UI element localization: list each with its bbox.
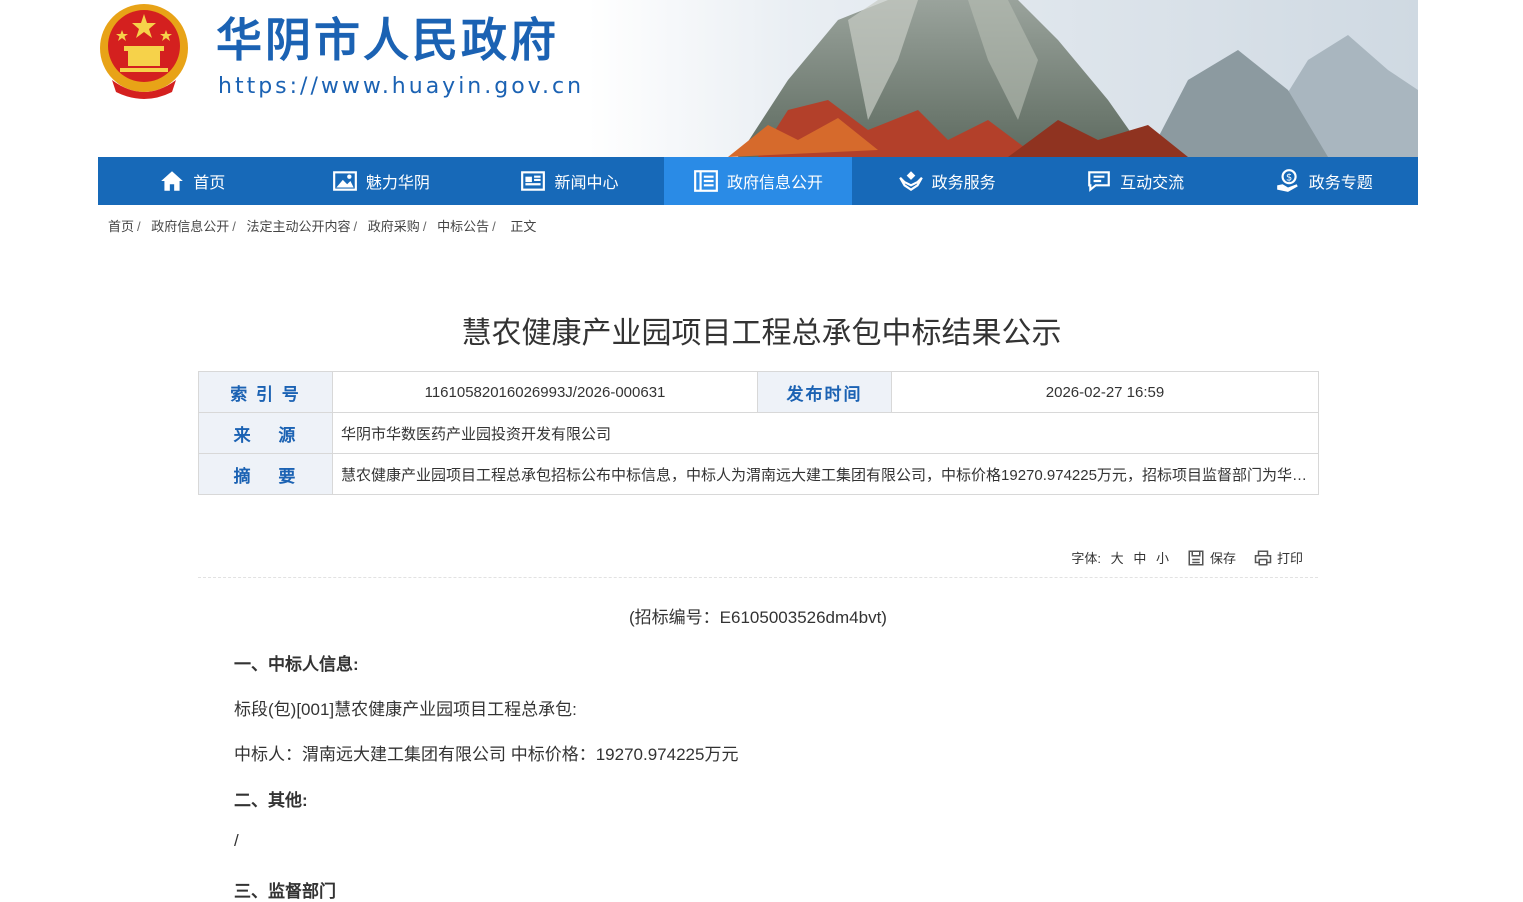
bid-number: (招标编号：E6105003526dm4bvt) (629, 608, 887, 627)
nav-charm-huayin-label: 魅力华阴 (365, 175, 430, 192)
document-list-icon (694, 170, 718, 192)
section-heading-supervision: 三、监督部门 (234, 882, 336, 901)
main-nav: 首页 魅力华阴 新闻中心 政府信息公开 政务服务 互动交流 $ 政务专题 (98, 157, 1418, 205)
font-large-button[interactable]: 大 (1111, 551, 1124, 566)
mountain-banner-image (588, 0, 1418, 157)
save-icon (1188, 550, 1204, 565)
breadcrumb-procurement[interactable]: 政府采购 (368, 219, 420, 234)
nav-interaction[interactable]: 互动交流 (1041, 157, 1230, 205)
font-size-switcher: 字体: 大 中 小 (1071, 548, 1169, 567)
site-header: 华阴市人民政府 https://www.huayin.gov.cn (98, 0, 1418, 157)
breadcrumb: 首页 / 政府信息公开 / 法定主动公开内容 / 政府采购 / 中标公告 / 正文 (108, 219, 537, 234)
save-button[interactable]: 保存 (1187, 548, 1236, 567)
section-heading-other: 二、其他: (234, 791, 308, 810)
section-heading-winner: 一、中标人信息: (234, 655, 359, 674)
save-label: 保存 (1209, 551, 1236, 566)
print-icon (1254, 550, 1272, 565)
date-value: 2026-02-27 16:59 (891, 371, 1319, 413)
content-divider (198, 577, 1318, 578)
breadcrumb-statutory[interactable]: 法定主动公开内容 (247, 219, 351, 234)
picture-icon (332, 171, 357, 191)
table-row: 来 源 华阴市华数医药产业园投资开发有限公司 (198, 412, 1319, 454)
source-label: 来 源 (198, 412, 333, 454)
print-button[interactable]: 打印 (1254, 548, 1303, 567)
font-small-button[interactable]: 小 (1156, 551, 1169, 566)
nav-news-center-label: 新闻中心 (554, 175, 619, 192)
other-text: / (234, 831, 239, 850)
nav-home-label: 首页 (193, 175, 226, 192)
nav-gov-services-label: 政务服务 (931, 175, 996, 192)
nav-special-topics[interactable]: $ 政务专题 (1229, 157, 1418, 205)
article-tools: 字体: 大 中 小 保存 打印 (1071, 548, 1303, 567)
font-medium-button[interactable]: 中 (1133, 551, 1146, 566)
site-title: 华阴市人民政府 (216, 13, 559, 67)
hands-service-icon (898, 171, 923, 191)
nav-special-topics-label: 政务专题 (1308, 175, 1373, 192)
print-label: 打印 (1276, 551, 1303, 566)
home-icon (161, 171, 184, 191)
chat-icon (1088, 171, 1111, 192)
nav-interaction-label: 互动交流 (1120, 175, 1185, 192)
site-url: https://www.huayin.gov.cn (218, 74, 585, 99)
breadcrumb-home[interactable]: 首页 (108, 219, 134, 234)
breadcrumb-gov-info[interactable]: 政府信息公开 (151, 219, 229, 234)
nav-news-center[interactable]: 新闻中心 (475, 157, 664, 205)
table-row: 索 引 号 11610582016026993J/2026-000631 发布时… (198, 371, 1319, 413)
nav-gov-services[interactable]: 政务服务 (852, 157, 1041, 205)
index-label: 索 引 号 (198, 371, 333, 413)
money-hand-icon: $ (1276, 169, 1298, 192)
page-title: 慧农健康产业园项目工程总承包中标结果公示 (461, 316, 1062, 351)
lot-text: 标段(包)[001]慧农健康产业园项目工程总承包: (234, 700, 577, 719)
svg-text:$: $ (1286, 172, 1292, 183)
breadcrumb-bid-notice[interactable]: 中标公告 (437, 219, 489, 234)
summary-label: 摘 要 (198, 453, 333, 495)
table-row: 摘 要 慧农健康产业园项目工程总承包招标公布中标信息，中标人为渭南远大建工集团有… (198, 453, 1319, 495)
font-size-label: 字体: (1071, 551, 1102, 566)
breadcrumb-current: 正文 (510, 219, 537, 234)
article-meta-table: 索 引 号 11610582016026993J/2026-000631 发布时… (198, 371, 1319, 495)
index-value: 11610582016026993J/2026-000631 (332, 371, 758, 413)
winner-text: 中标人：渭南远大建工集团有限公司 中标价格：19270.974225万元 (234, 745, 739, 764)
nav-gov-info-disclosure[interactable]: 政府信息公开 (663, 157, 853, 205)
nav-gov-info-disclosure-label: 政府信息公开 (727, 175, 824, 192)
nav-home[interactable]: 首页 (98, 157, 287, 205)
date-label: 发布时间 (757, 371, 892, 413)
newspaper-icon (521, 171, 546, 191)
national-emblem-icon (100, 4, 188, 99)
summary-value: 慧农健康产业园项目工程总承包招标公布中标信息，中标人为渭南远大建工集团有限公司，… (332, 453, 1319, 495)
nav-charm-huayin[interactable]: 魅力华阴 (287, 157, 476, 205)
source-value: 华阴市华数医药产业园投资开发有限公司 (332, 412, 1319, 454)
